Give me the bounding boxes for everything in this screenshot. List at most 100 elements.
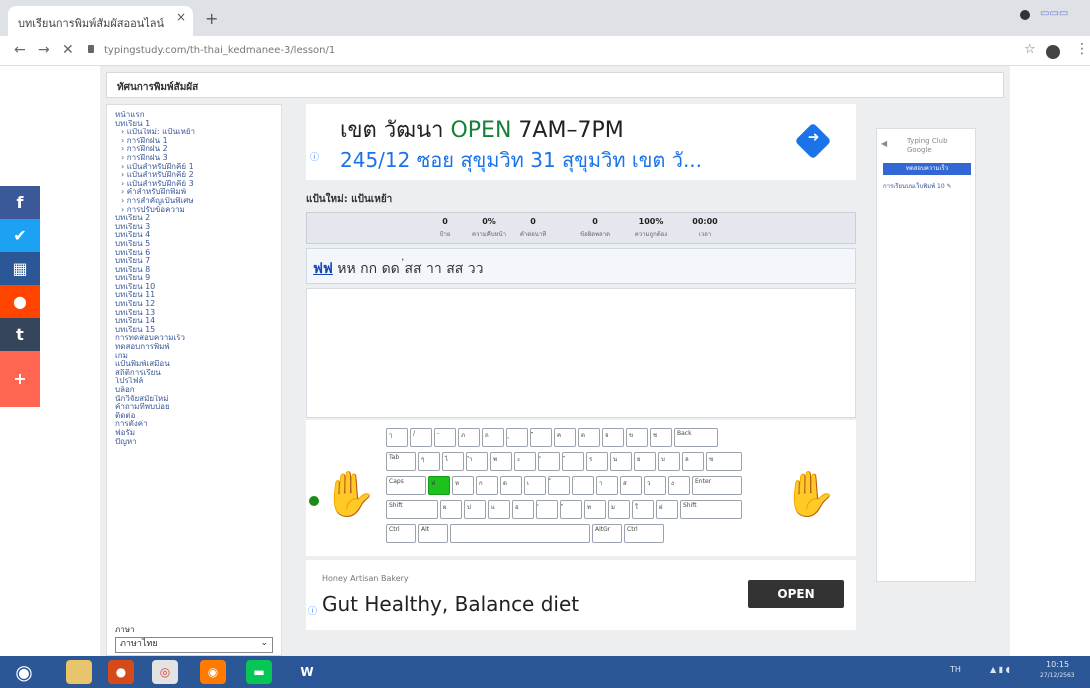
twitter-icon[interactable]: ✔ <box>0 219 40 252</box>
key[interactable]: ว <box>644 476 666 495</box>
key[interactable]: Shift <box>680 500 742 519</box>
sidebar-item-lesson[interactable]: บทเรียน 6 <box>115 249 273 258</box>
key[interactable]: ้ <box>548 476 570 495</box>
sidebar-item-lesson[interactable]: บทเรียน 12 <box>115 300 273 309</box>
profile-icon[interactable] <box>1020 10 1030 20</box>
sidebar-item-lesson[interactable]: บทเรียน 9 <box>115 274 273 283</box>
ad-headline[interactable]: Gut Healthy, Balance diet <box>322 592 579 616</box>
sidebar-item-lesson[interactable]: บทเรียน 7 <box>115 257 273 266</box>
sidebar-item-extra[interactable]: เกม <box>115 352 273 361</box>
share-plus-icon[interactable]: + <box>0 351 40 407</box>
key[interactable]: ฃ <box>706 452 742 471</box>
sidebar-subitem[interactable]: › แป้นสำหรับฝึกคีย์ 3 <box>115 180 273 189</box>
language-select[interactable]: ภาษาไทย ⌄ <box>115 637 273 653</box>
key[interactable]: ่ <box>572 476 594 495</box>
sidebar-item-extra[interactable]: การทดสอบความเร็ว <box>115 334 273 343</box>
key[interactable]: แ <box>488 500 510 519</box>
sidebar-subitem[interactable]: › แป้นสำหรับฝึกคีย์ 2 <box>115 171 273 180</box>
sidebar-item-lesson[interactable]: บทเรียน 15 <box>115 326 273 335</box>
key[interactable]: ึ <box>530 428 552 447</box>
sidebar-item-lesson[interactable]: บทเรียน 8 <box>115 266 273 275</box>
key[interactable]: ผ <box>440 500 462 519</box>
key[interactable]: ุ <box>506 428 528 447</box>
language-indicator[interactable]: TH <box>950 665 961 674</box>
ad-open-button[interactable]: OPEN <box>748 580 844 608</box>
browser-tab[interactable]: บทเรียนการพิมพ์สัมผัสออนไลน์ <box>8 6 193 36</box>
clock-time[interactable]: 10:15 <box>1046 660 1069 669</box>
sidebar-item-lesson[interactable]: บทเรียน 2 <box>115 214 273 223</box>
key[interactable]: - <box>434 428 456 447</box>
key[interactable]: ี <box>562 452 584 471</box>
sidebar-item-lesson[interactable]: บทเรียน 3 <box>115 223 273 232</box>
back-icon[interactable]: ← <box>14 42 26 58</box>
key[interactable]: Alt <box>418 524 448 543</box>
sidebar-subitem[interactable]: › การสำคัญเป็นพิเศษ <box>115 197 273 206</box>
key[interactable]: ง <box>668 476 690 495</box>
key[interactable]: บ <box>658 452 680 471</box>
sidebar-item-extra[interactable]: การตั้งค่า <box>115 420 273 429</box>
key[interactable]: Ctrl <box>624 524 664 543</box>
key[interactable]: ต <box>578 428 600 447</box>
window-controls-icon[interactable]: ▭▭▭ <box>1040 8 1068 19</box>
key[interactable]: ย <box>634 452 656 471</box>
close-icon[interactable]: × <box>176 10 186 24</box>
address-bar[interactable]: typingstudy.com/th-thai_kedmanee-3/lesso… <box>98 41 1008 61</box>
key[interactable]: ช <box>650 428 672 447</box>
sidebar-item-lesson[interactable]: บทเรียน 14 <box>115 317 273 326</box>
key[interactable] <box>450 524 590 543</box>
key[interactable]: ภ <box>458 428 480 447</box>
sidebar-item-extra[interactable]: บล็อก <box>115 386 273 395</box>
sidebar-item-lesson[interactable]: บทเรียน 4 <box>115 231 273 240</box>
typing-area[interactable] <box>306 288 856 418</box>
sidebar-item-extra[interactable]: โปรไฟล์ <box>115 377 273 386</box>
key[interactable]: ม <box>608 500 630 519</box>
key[interactable]: ไ <box>442 452 464 471</box>
key[interactable]: ข <box>626 428 648 447</box>
key[interactable]: จ <box>602 428 624 447</box>
sidebar-subitem[interactable]: › การปรับข้อความ <box>115 206 273 215</box>
key[interactable]: ล <box>682 452 704 471</box>
key[interactable]: ๆ <box>418 452 440 471</box>
key[interactable]: ห <box>452 476 474 495</box>
key[interactable]: Enter <box>692 476 742 495</box>
folder-icon[interactable] <box>66 660 92 684</box>
key[interactable]: ส <box>620 476 642 495</box>
ad-address[interactable]: 245/12 ซอย สุขุมวิท 31 สุขุมวิท เขต วั..… <box>340 144 702 176</box>
sidebar-item-extra[interactable]: ทดสอบการพิมพ์ <box>115 343 273 352</box>
clock-date[interactable]: 27/12/2563 <box>1040 672 1075 679</box>
key[interactable]: ะ <box>514 452 536 471</box>
word-icon[interactable]: W <box>294 660 320 684</box>
key[interactable]: ก <box>476 476 498 495</box>
ad-info-icon[interactable]: ⓘ <box>310 150 319 163</box>
extension-icon[interactable] <box>1046 45 1060 59</box>
map-ad[interactable]: เขต วัฒนา OPEN 7AM–7PM 245/12 ซอย สุขุมว… <box>306 104 856 180</box>
sidebar-item-extra[interactable]: ติดต่อ <box>115 412 273 421</box>
sidebar-subitem[interactable]: › การฝึกฝน 3 <box>115 154 273 163</box>
key[interactable]: AltGr <box>592 524 622 543</box>
ad-info-icon[interactable]: ⓘ <box>308 604 317 617</box>
sidebar-item-lesson[interactable]: บทเรียน 13 <box>115 309 273 318</box>
sidebar-item-lesson[interactable]: บทเรียน 11 <box>115 291 273 300</box>
sidebar-subitem[interactable]: › คำสำหรับฝึกพิมพ์ <box>115 188 273 197</box>
key[interactable]: ท <box>584 500 606 519</box>
reddit-icon[interactable]: ● <box>0 285 40 318</box>
key[interactable]: ถ <box>482 428 504 447</box>
key[interactable]: อ <box>512 500 534 519</box>
key[interactable]: Ctrl <box>386 524 416 543</box>
key[interactable]: ๅ <box>386 428 408 447</box>
sidebar-subitem[interactable]: › การฝึกฝน 1 <box>115 137 273 146</box>
sidebar-item-extra[interactable]: แป้นพิมพ์เสมือน <box>115 360 273 369</box>
key[interactable]: ั <box>538 452 560 471</box>
sidebar-item-lesson[interactable]: บทเรียน 5 <box>115 240 273 249</box>
sidebar-item-home[interactable]: หน้าแรก <box>115 111 273 120</box>
key[interactable]: Caps <box>386 476 426 495</box>
grid-icon[interactable]: ▦ <box>0 252 40 285</box>
key[interactable]: ิ <box>536 500 558 519</box>
key[interactable]: า <box>596 476 618 495</box>
sidebar-item-lesson[interactable]: บทเรียน 10 <box>115 283 273 292</box>
sidebar-subitem[interactable]: › แป้นใหม่: แป้นเหย้า <box>115 128 273 137</box>
reload-icon[interactable]: ✕ <box>62 42 74 58</box>
key[interactable]: ใ <box>632 500 654 519</box>
key[interactable]: น <box>610 452 632 471</box>
sidebar-subitem[interactable]: › การฝึกฝน 2 <box>115 145 273 154</box>
